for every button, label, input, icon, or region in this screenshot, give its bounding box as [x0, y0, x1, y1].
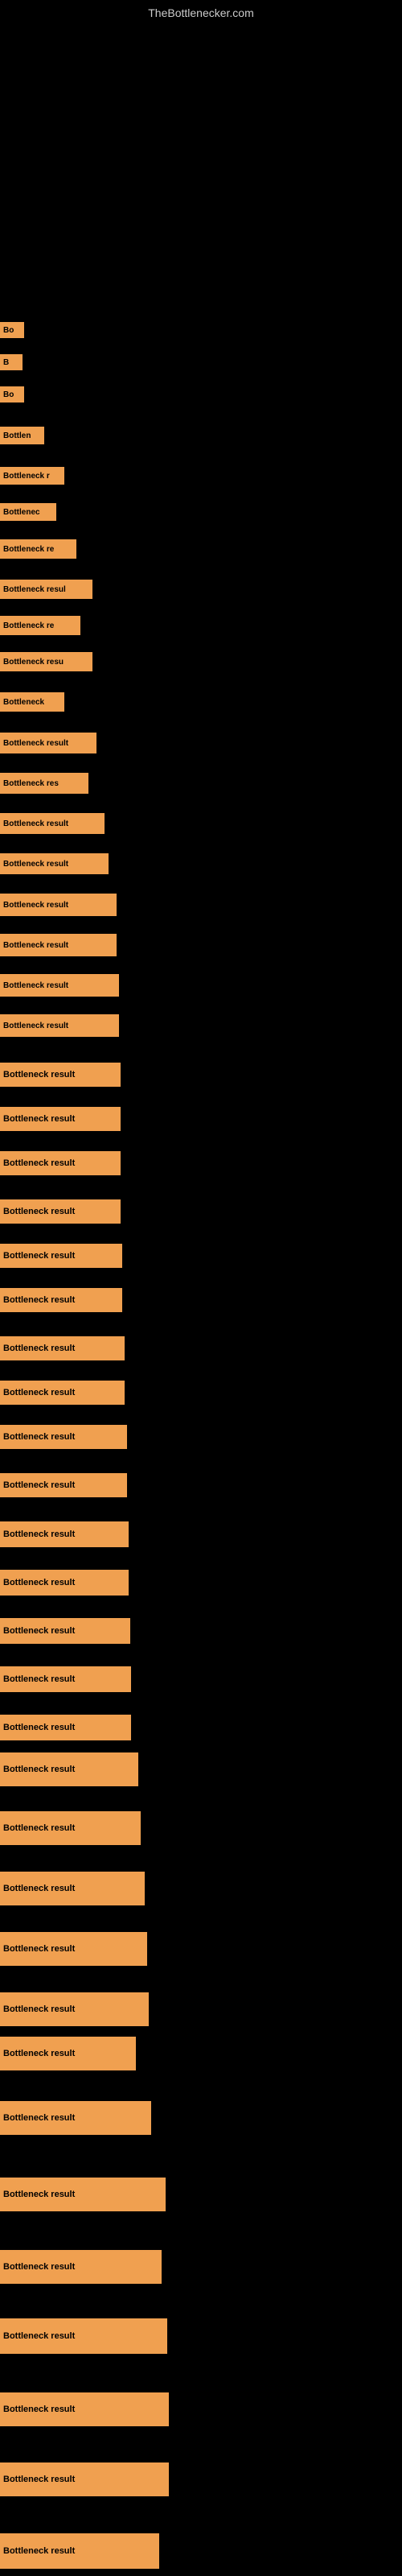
bottleneck-bar-container: Bottleneck result: [0, 1288, 122, 1312]
bottleneck-bar-container: Bottleneck result: [0, 1107, 121, 1131]
bottleneck-bar-container: Bottleneck result: [0, 2462, 169, 2496]
bottleneck-result-bar: Bo: [0, 322, 24, 338]
bottleneck-bar-container: Bo: [0, 386, 24, 402]
bottleneck-bar-container: Bottleneck resul: [0, 580, 92, 599]
bottleneck-result-bar: Bottleneck result: [0, 1872, 145, 1905]
bottleneck-bar-container: Bottleneck result: [0, 1151, 121, 1175]
bottleneck-result-bar: Bottleneck result: [0, 1618, 130, 1644]
bottleneck-result-bar: Bottleneck re: [0, 616, 80, 635]
bottleneck-bar-container: B: [0, 354, 23, 370]
bottleneck-bar-container: Bottlenec: [0, 503, 56, 521]
bottleneck-result-bar: Bottleneck result: [0, 1811, 141, 1845]
bottleneck-result-bar: Bottleneck result: [0, 1107, 121, 1131]
bottleneck-result-bar: Bottleneck result: [0, 813, 105, 834]
bottleneck-result-bar: Bottleneck resu: [0, 652, 92, 671]
bottleneck-bar-container: Bottleneck result: [0, 974, 119, 997]
bottleneck-bar-container: Bottleneck result: [0, 733, 96, 753]
bottleneck-bar-container: Bottleneck r: [0, 467, 64, 485]
bottleneck-result-bar: Bottleneck result: [0, 1014, 119, 1037]
bottleneck-result-bar: Bottleneck result: [0, 1151, 121, 1175]
bottleneck-result-bar: Bottleneck result: [0, 2318, 167, 2354]
bottleneck-bar-container: Bottleneck result: [0, 2101, 151, 2135]
bottleneck-result-bar: Bottleneck result: [0, 2462, 169, 2496]
bottleneck-bar-container: Bottleneck result: [0, 1752, 138, 1786]
bottleneck-bar-container: Bottleneck result: [0, 1521, 129, 1547]
bottleneck-result-bar: Bottlen: [0, 427, 44, 444]
bottleneck-bar-container: Bottleneck result: [0, 853, 109, 874]
bottleneck-result-bar: Bottleneck: [0, 692, 64, 712]
bottleneck-bar-container: Bottleneck re: [0, 616, 80, 635]
bottleneck-bar-container: Bottleneck result: [0, 2178, 166, 2211]
bottleneck-result-bar: Bottleneck result: [0, 1381, 125, 1405]
bottleneck-result-bar: Bottleneck resul: [0, 580, 92, 599]
bottleneck-bar-container: Bottleneck result: [0, 1425, 127, 1449]
bottleneck-result-bar: Bottleneck result: [0, 2101, 151, 2135]
bottleneck-result-bar: B: [0, 354, 23, 370]
bottleneck-bar-container: Bottlen: [0, 427, 44, 444]
bottleneck-result-bar: Bottleneck result: [0, 1666, 131, 1692]
bottleneck-result-bar: Bottleneck res: [0, 773, 88, 794]
bottleneck-bar-container: Bottleneck result: [0, 1381, 125, 1405]
bottleneck-bar-container: Bottleneck result: [0, 1618, 130, 1644]
bottleneck-result-bar: Bottleneck result: [0, 2178, 166, 2211]
bottleneck-bar-container: Bottleneck result: [0, 934, 117, 956]
bottleneck-result-bar: Bottleneck result: [0, 1570, 129, 1596]
bottleneck-bar-container: Bottleneck result: [0, 1992, 149, 2026]
bottleneck-result-bar: Bottleneck result: [0, 2037, 136, 2070]
bottleneck-bar-container: Bottleneck result: [0, 1715, 131, 1740]
bottleneck-result-bar: Bottleneck result: [0, 1932, 147, 1966]
bottleneck-bar-container: Bottleneck result: [0, 1666, 131, 1692]
bottleneck-result-bar: Bottleneck result: [0, 1992, 149, 2026]
bottleneck-bar-container: Bottleneck result: [0, 1473, 127, 1497]
bottleneck-bar-container: Bottleneck result: [0, 2533, 159, 2569]
bottleneck-result-bar: Bottleneck result: [0, 974, 119, 997]
bottleneck-bar-container: Bottleneck result: [0, 2250, 162, 2284]
bottleneck-result-bar: Bottleneck re: [0, 539, 76, 559]
bottleneck-result-bar: Bottleneck r: [0, 467, 64, 485]
bottleneck-bar-container: Bottleneck result: [0, 2037, 136, 2070]
bottleneck-result-bar: Bottleneck result: [0, 2250, 162, 2284]
bottleneck-result-bar: Bottleneck result: [0, 733, 96, 753]
bottleneck-bar-container: Bottleneck result: [0, 2318, 167, 2354]
bottleneck-result-bar: Bottlenec: [0, 503, 56, 521]
bottleneck-result-bar: Bottleneck result: [0, 934, 117, 956]
bottleneck-result-bar: Bo: [0, 386, 24, 402]
bottleneck-result-bar: Bottleneck result: [0, 1425, 127, 1449]
bottleneck-bar-container: Bottleneck re: [0, 539, 76, 559]
bottleneck-bar-container: Bottleneck: [0, 692, 64, 712]
bottleneck-bar-container: Bottleneck result: [0, 1014, 119, 1037]
bottleneck-result-bar: Bottleneck result: [0, 1244, 122, 1268]
bottleneck-result-bar: Bottleneck result: [0, 1752, 138, 1786]
bottleneck-result-bar: Bottleneck result: [0, 1199, 121, 1224]
bottleneck-result-bar: Bottleneck result: [0, 1336, 125, 1360]
bottleneck-result-bar: Bottleneck result: [0, 1473, 127, 1497]
bottleneck-bar-container: Bo: [0, 322, 24, 338]
bottleneck-bar-container: Bottleneck result: [0, 894, 117, 916]
bottleneck-result-bar: Bottleneck result: [0, 1288, 122, 1312]
site-title: TheBottlenecker.com: [0, 0, 402, 23]
bottleneck-bar-container: Bottleneck res: [0, 773, 88, 794]
bottleneck-bar-container: Bottleneck result: [0, 1811, 141, 1845]
bottleneck-bar-container: Bottleneck resu: [0, 652, 92, 671]
bottleneck-bar-container: Bottleneck result: [0, 1570, 129, 1596]
bottleneck-result-bar: Bottleneck result: [0, 1715, 131, 1740]
bottleneck-result-bar: Bottleneck result: [0, 853, 109, 874]
bottleneck-result-bar: Bottleneck result: [0, 1063, 121, 1087]
bottleneck-result-bar: Bottleneck result: [0, 1521, 129, 1547]
bottleneck-bar-container: Bottleneck result: [0, 1872, 145, 1905]
bottleneck-bar-container: Bottleneck result: [0, 1932, 147, 1966]
bottleneck-bar-container: Bottleneck result: [0, 1244, 122, 1268]
bottleneck-bar-container: Bottleneck result: [0, 1336, 125, 1360]
bottleneck-result-bar: Bottleneck result: [0, 2392, 169, 2426]
bottleneck-bar-container: Bottleneck result: [0, 813, 105, 834]
bottleneck-bar-container: Bottleneck result: [0, 1063, 121, 1087]
bottleneck-bar-container: Bottleneck result: [0, 1199, 121, 1224]
bottleneck-result-bar: Bottleneck result: [0, 2533, 159, 2569]
bottleneck-bar-container: Bottleneck result: [0, 2392, 169, 2426]
bottleneck-result-bar: Bottleneck result: [0, 894, 117, 916]
